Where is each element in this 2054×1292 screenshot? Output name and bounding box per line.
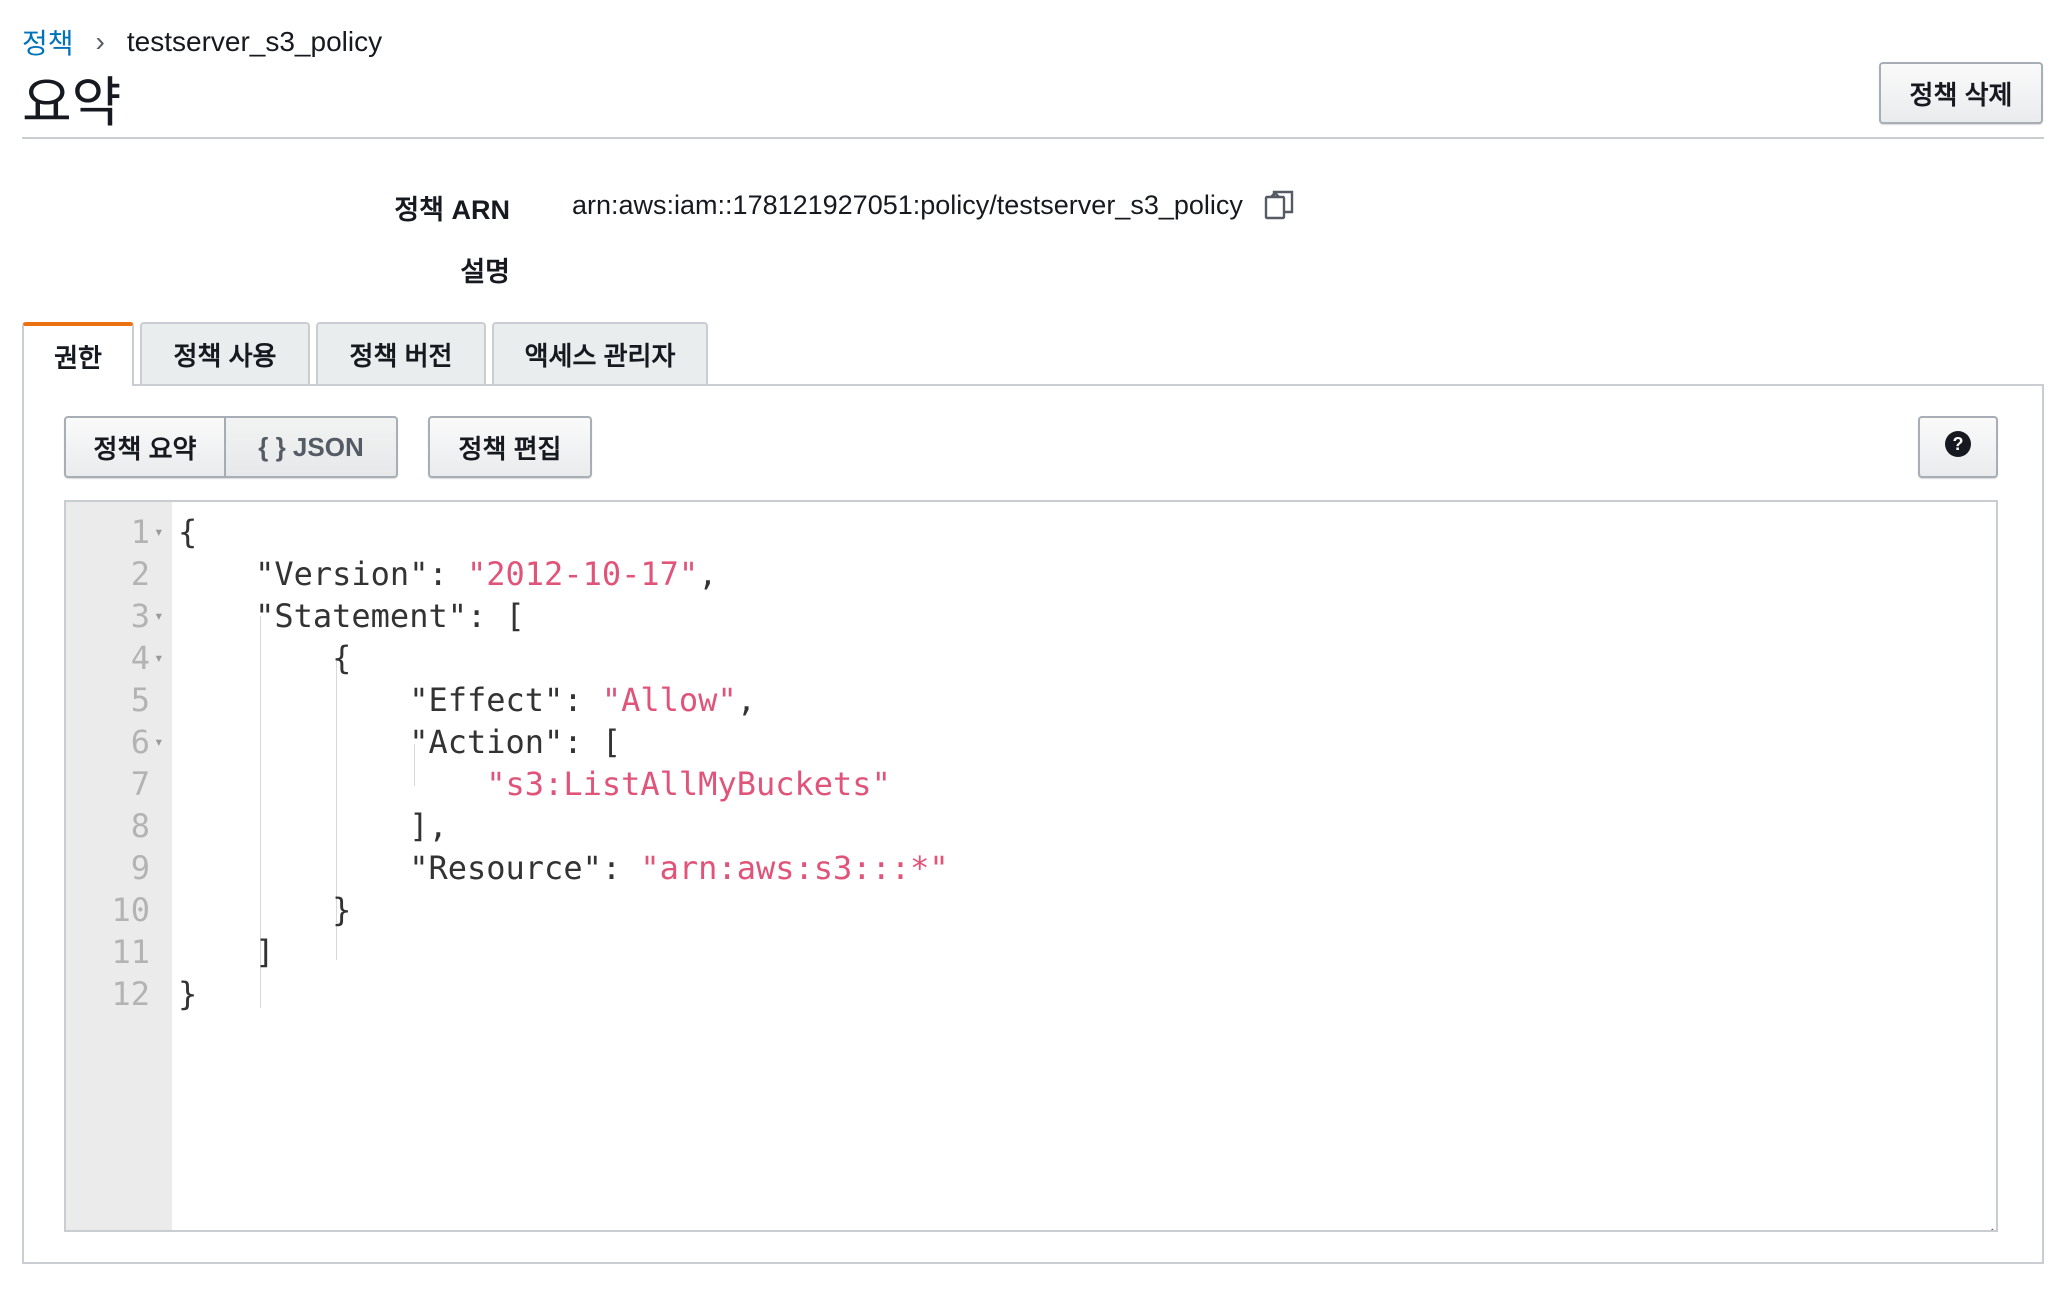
code-text: } <box>178 889 351 931</box>
code-text: { <box>178 511 197 553</box>
line-number: 5 <box>130 681 150 719</box>
code-line: 10 } <box>66 889 1996 931</box>
code-text: { <box>178 637 351 679</box>
code-line: 4 ▾ { <box>66 637 1996 679</box>
breadcrumb: 정책 › testserver_s3_policy <box>22 22 382 62</box>
breadcrumb-current: testserver_s3_policy <box>126 26 383 57</box>
line-number: 4 <box>130 639 150 677</box>
code-line: 8 ], <box>66 805 1996 847</box>
code-text: "Resource": "arn:aws:s3:::*" <box>178 847 949 889</box>
tab-permissions[interactable]: 권한 <box>22 322 134 386</box>
code-text: "s3:ListAllMyBuckets" <box>178 763 891 805</box>
json-toggle-button[interactable]: { } JSON <box>226 416 398 478</box>
code-text: "Version": "2012-10-17", <box>178 553 717 595</box>
policy-arn-value: arn:aws:iam::178121927051:policy/testser… <box>572 189 1243 220</box>
json-token: } <box>178 975 198 1013</box>
breadcrumb-link-policies[interactable]: 정책 <box>22 22 74 62</box>
policy-tabs: 권한 정책 사용 정책 버전 액세스 관리자 <box>22 322 714 386</box>
code-line: 12} <box>66 973 1996 1015</box>
json-token: { <box>178 513 198 551</box>
question-circle-icon: ? <box>1943 429 1973 466</box>
fold-arrow-icon[interactable]: ▾ <box>154 637 164 679</box>
code-line: 6 ▾ "Action": [ <box>66 721 1996 763</box>
json-string: "2012-10-17" <box>466 555 699 593</box>
line-number: 12 <box>111 975 150 1013</box>
json-token: ], <box>178 807 448 845</box>
json-token: "Effect": <box>178 681 602 719</box>
tab-policy-usage[interactable]: 정책 사용 <box>140 322 310 384</box>
code-line: 5 "Effect": "Allow", <box>66 679 1996 721</box>
resize-handle-icon[interactable] <box>1978 1212 1994 1230</box>
line-number: 3 <box>130 597 150 635</box>
json-token: "Statement": [ <box>178 597 525 635</box>
help-button[interactable]: ? <box>1918 416 1998 478</box>
code-text: "Action": [ <box>178 721 621 763</box>
code-line: 9 "Resource": "arn:aws:s3:::*" <box>66 847 1996 889</box>
tab-policy-versions[interactable]: 정책 버전 <box>316 322 486 384</box>
json-code-editor[interactable]: 1 ▾{2 "Version": "2012-10-17", 3 ▾ "Stateme… <box>64 500 1998 1232</box>
line-number: 1 <box>130 513 150 551</box>
description-label: 설명 <box>460 257 510 287</box>
json-token: "Version": <box>178 555 467 593</box>
json-token: , <box>736 681 756 719</box>
code-line: 1 ▾ { <box>66 511 1996 553</box>
title-divider <box>22 137 2044 139</box>
policy-summary-toggle-button[interactable]: 정책 요약 <box>64 416 226 478</box>
json-token: , <box>698 555 718 593</box>
page-title: 요약 <box>22 73 122 133</box>
svg-text:?: ? <box>1953 434 1964 454</box>
tab-access-advisor[interactable]: 액세스 관리자 <box>492 322 708 384</box>
delete-policy-button[interactable]: 정책 삭제 <box>1879 62 2043 124</box>
view-toggle: 정책 요약 { } JSON <box>64 416 398 478</box>
json-token: ] <box>178 933 275 971</box>
line-number: 8 <box>130 807 150 845</box>
code-text: ], <box>178 805 448 847</box>
copy-icon[interactable] <box>1263 188 1297 222</box>
policy-arn-value-row: arn:aws:iam::178121927051:policy/testser… <box>572 188 1297 222</box>
fold-arrow-icon[interactable]: ▾ <box>154 721 164 763</box>
code-text: ] <box>178 931 274 973</box>
json-string: "s3:ListAllMyBuckets" <box>486 765 891 803</box>
line-number: 6 <box>130 723 150 761</box>
policy-arn-label: 정책 ARN <box>394 195 510 225</box>
code-line: 11 ] <box>66 931 1996 973</box>
code-text: } <box>178 973 197 1015</box>
json-string: "Allow" <box>601 681 737 719</box>
line-number: 10 <box>111 891 150 929</box>
line-number: 7 <box>130 765 150 803</box>
line-number: 2 <box>130 555 150 593</box>
code-text: "Effect": "Allow", <box>178 679 756 721</box>
fold-arrow-icon[interactable]: ▾ <box>154 511 164 553</box>
code-text: "Statement": [ <box>178 595 525 637</box>
json-token: } <box>178 891 352 929</box>
fold-arrow-icon[interactable]: ▾ <box>154 595 164 637</box>
breadcrumb-separator: › <box>95 26 105 57</box>
json-token: "Resource": <box>178 849 641 887</box>
code-line: 7 "s3:ListAllMyBuckets" <box>66 763 1996 805</box>
json-token: { <box>178 639 352 677</box>
code-line: 2 "Version": "2012-10-17", <box>66 553 1996 595</box>
line-number: 11 <box>111 933 150 971</box>
line-number: 9 <box>130 849 150 887</box>
code-line: 3 ▾ "Statement": [ <box>66 595 1996 637</box>
edit-policy-button[interactable]: 정책 편집 <box>428 416 592 478</box>
json-string: "arn:aws:s3:::*" <box>640 849 949 887</box>
json-token: "Action": [ <box>178 723 622 761</box>
